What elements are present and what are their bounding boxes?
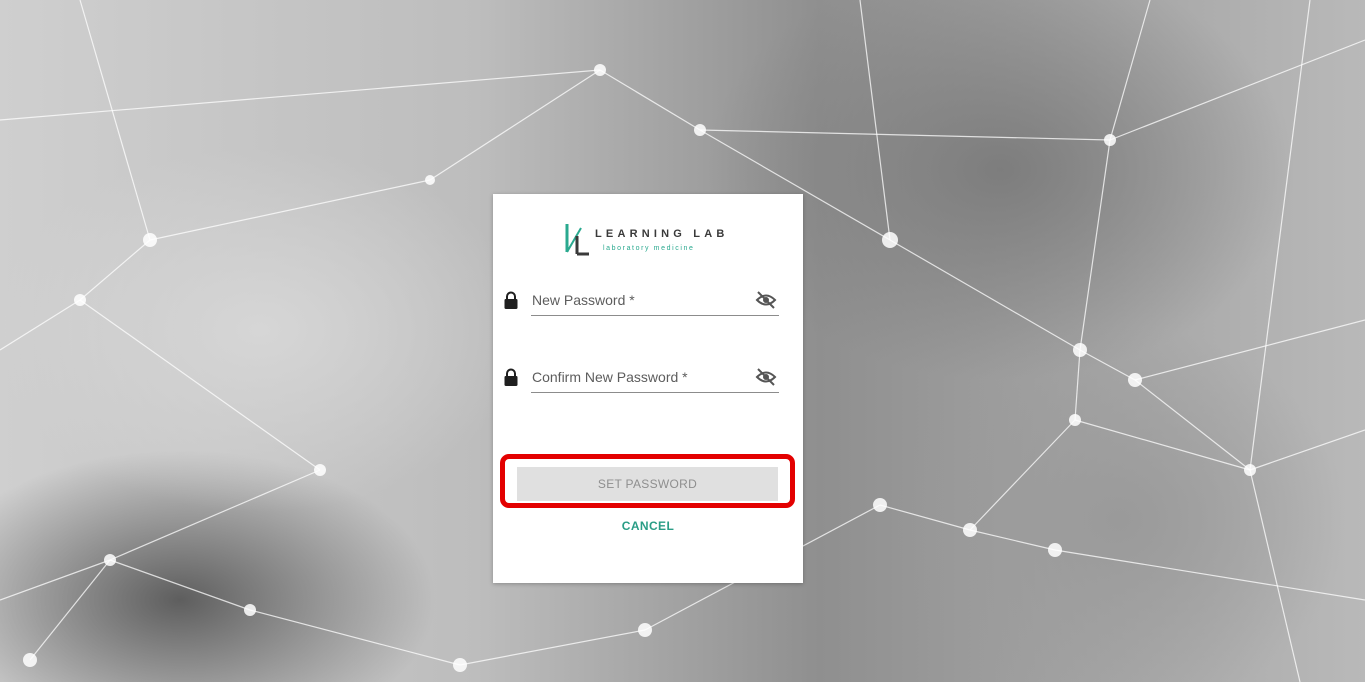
lock-icon — [504, 291, 518, 309]
logo-subtitle: laboratory medicine — [603, 245, 695, 252]
lock-icon — [504, 368, 518, 386]
logo-title: LEARNING LAB — [595, 228, 729, 240]
new-password-field[interactable]: New Password * — [503, 289, 781, 319]
new-password-underline — [531, 315, 779, 316]
eye-off-icon[interactable] — [755, 290, 777, 310]
set-password-button[interactable]: SET PASSWORD — [517, 467, 778, 501]
confirm-password-field[interactable]: Confirm New Password * — [503, 366, 781, 396]
eye-off-icon[interactable] — [755, 367, 777, 387]
logo-mark-icon — [565, 224, 589, 256]
learning-lab-logo: LEARNING LAB laboratory medicine — [563, 222, 733, 258]
cancel-button[interactable]: CANCEL — [598, 516, 698, 536]
confirm-password-underline — [531, 392, 779, 393]
